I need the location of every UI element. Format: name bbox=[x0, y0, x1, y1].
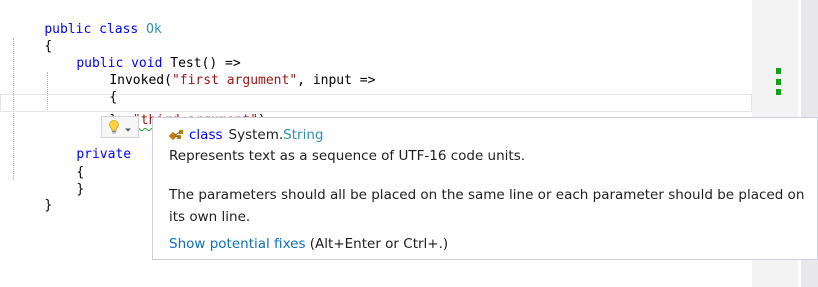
code-line[interactable]: }, "third argument"); bbox=[78, 95, 273, 128]
brace: } bbox=[76, 182, 85, 197]
fix-row: Show potential fixes (Alt+Enter or Ctrl+… bbox=[169, 236, 448, 252]
diagnostic-marker bbox=[776, 89, 781, 95]
tooltip-header: class System.String bbox=[168, 125, 324, 145]
code-line[interactable]: { bbox=[13, 21, 52, 54]
brace: } bbox=[44, 198, 53, 213]
code-line[interactable]: public class Ok bbox=[13, 4, 161, 37]
code-line[interactable]: { bbox=[45, 147, 84, 180]
code-line[interactable]: Invoked("first argument", input => bbox=[78, 55, 375, 88]
code-line[interactable]: } bbox=[45, 164, 84, 197]
string-literal: "first argument" bbox=[171, 73, 298, 88]
code-line[interactable]: public void Test() => bbox=[45, 38, 240, 71]
header-keyword: class bbox=[189, 127, 223, 143]
class-name: Ok bbox=[146, 22, 162, 37]
code-editor[interactable]: public class Ok { public void Test() => … bbox=[0, 0, 818, 287]
diagnostic-marker bbox=[776, 79, 781, 85]
chevron-down-icon[interactable] bbox=[124, 123, 132, 132]
diagnostic-marker bbox=[776, 68, 781, 74]
code-line[interactable]: { bbox=[78, 72, 117, 105]
lambda-param: , input => bbox=[297, 73, 376, 88]
quick-actions-button[interactable] bbox=[101, 116, 139, 138]
keyword: private bbox=[76, 147, 132, 162]
keyword: public class bbox=[44, 22, 139, 37]
lightbulb-icon[interactable] bbox=[108, 120, 119, 134]
show-potential-fixes-link[interactable]: Show potential fixes bbox=[169, 236, 305, 252]
fix-shortcut-hint: (Alt+Enter or Ctrl+.) bbox=[309, 236, 449, 252]
header-type: System.String bbox=[229, 127, 324, 143]
diagnostic-message: The parameters should all be placed on t… bbox=[169, 187, 805, 225]
type-summary: Represents text as a sequence of UTF-16 … bbox=[169, 148, 526, 164]
class-icon bbox=[168, 127, 185, 143]
method-call: Invoked( bbox=[109, 73, 172, 88]
header-namespace: System. bbox=[228, 127, 284, 143]
quick-info-tooltip: class System.String Represents text as a… bbox=[152, 117, 818, 260]
code-line[interactable]: } bbox=[13, 180, 52, 213]
header-type-name: String bbox=[283, 127, 324, 143]
